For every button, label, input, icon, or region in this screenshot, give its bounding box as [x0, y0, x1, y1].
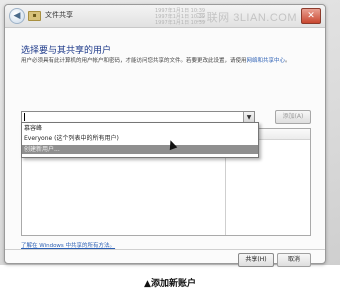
- titlebar: ◀ ▪ 文件共享 1997年1月1日 10:39 1997年1月1日 10:39…: [5, 5, 325, 28]
- user-dropdown-list: 慕容峰 Everyone (这个列表中的所有用户) 创建新用户...: [21, 122, 259, 158]
- description-end: 。: [285, 58, 291, 64]
- text-caret: [24, 113, 25, 121]
- close-icon[interactable]: ✕: [301, 8, 321, 24]
- figure-caption: ▲添加新账户: [144, 279, 196, 289]
- file-sharing-dialog: ◀ ▪ 文件共享 1997年1月1日 10:39 1997年1月1日 10:39…: [4, 4, 326, 267]
- cancel-button[interactable]: 取消: [277, 253, 311, 267]
- back-arrow-icon[interactable]: ◀: [9, 8, 25, 24]
- dropdown-item-selected[interactable]: 创建新用户...: [22, 145, 258, 154]
- description: 用户必须具有此计算机的用户帐户和密码，才能访问您共享的文件。若要更改此设置，请使…: [21, 57, 309, 65]
- watermark: 三联网 3LIAN.COM: [195, 12, 297, 24]
- sharing-help-link[interactable]: 了解在 Windows 中共享的所有方法。: [21, 241, 115, 249]
- folder-icon: ▪: [28, 11, 41, 21]
- add-button[interactable]: 添加(A): [275, 110, 311, 124]
- dropdown-item[interactable]: 慕容峰: [22, 124, 258, 133]
- window-title: 文件共享: [45, 11, 73, 19]
- description-text: 用户必须具有此计算机的用户帐户和密码，才能访问您共享的文件。若要更改此设置，请使…: [21, 58, 247, 64]
- page-heading: 选择要与其共享的用户: [21, 46, 112, 56]
- share-button[interactable]: 共享(H): [238, 253, 274, 267]
- footer-divider: [5, 249, 325, 250]
- dropdown-item[interactable]: Everyone (这个列表中的所有用户): [22, 134, 258, 143]
- network-sharing-center-link[interactable]: 网络和共享中心: [247, 58, 286, 64]
